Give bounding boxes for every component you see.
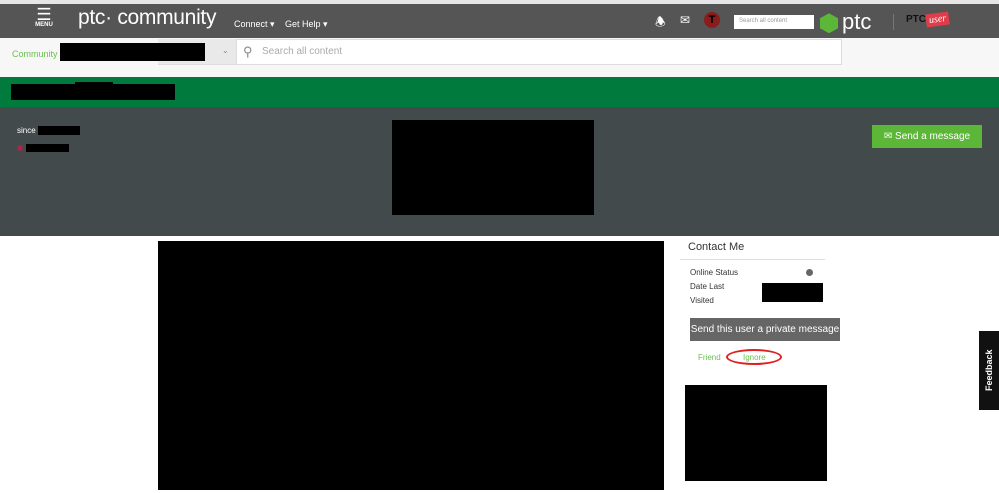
connect-menu[interactable]: Connect ▾ <box>234 19 275 30</box>
friend-link[interactable]: Friend <box>698 353 721 362</box>
breadcrumb-community[interactable]: Community <box>12 49 58 59</box>
bell-icon[interactable]: 🕭 <box>655 13 666 34</box>
chevron-down-icon[interactable]: ⌄ <box>222 46 229 55</box>
member-since-label: since <box>17 126 36 135</box>
redacted-title <box>11 84 175 100</box>
redacted-date <box>762 283 823 302</box>
online-status-label: Online Status <box>690 268 739 277</box>
divider <box>893 14 894 30</box>
send-message-button[interactable]: ✉ Send a message <box>872 125 982 148</box>
status-dot-icon <box>806 269 813 276</box>
highlight-ellipse <box>726 349 782 365</box>
redacted-block <box>38 126 80 135</box>
ptc-hex-icon <box>820 13 838 34</box>
send-message-label: Send a message <box>895 131 971 142</box>
mail-icon[interactable]: ✉ <box>680 13 690 27</box>
ptc-community-logo[interactable]: ptc· community <box>78 6 216 30</box>
rank-dot-icon <box>17 145 23 151</box>
get-help-menu[interactable]: Get Help ▾ <box>285 19 328 30</box>
visited-label: Visited <box>690 296 714 305</box>
redacted-content <box>158 241 664 490</box>
hamburger-icon: ☰ <box>36 5 52 24</box>
ptc-logo-text: ptc <box>842 9 872 34</box>
top-search-input[interactable]: Search all content <box>734 15 814 29</box>
redacted-block <box>685 385 827 481</box>
date-last-label: Date Last <box>690 282 725 291</box>
search-icon: ⚲ <box>243 44 253 59</box>
feedback-tab[interactable]: Feedback <box>979 331 999 410</box>
redacted-block <box>60 43 205 61</box>
menu-button[interactable]: ☰ MENU <box>32 5 56 28</box>
ptc-user-logo-text: PTC <box>906 14 926 25</box>
menu-label: MENU <box>35 22 53 28</box>
user-avatar[interactable]: T <box>704 12 720 28</box>
ptc-logo[interactable]: ptc <box>820 9 871 35</box>
contact-title: Contact Me <box>688 241 745 253</box>
envelope-icon: ✉ <box>883 131 893 142</box>
divider <box>680 259 825 260</box>
search-placeholder: Search all content <box>262 46 343 57</box>
ptc-user-logo[interactable]: PTC user <box>906 11 951 28</box>
redacted-block <box>26 144 69 152</box>
ptc-user-badge: user <box>925 11 951 28</box>
redacted-avatar <box>392 120 594 215</box>
redacted-block <box>75 82 113 86</box>
private-message-button[interactable]: Send this user a private message <box>690 318 840 341</box>
